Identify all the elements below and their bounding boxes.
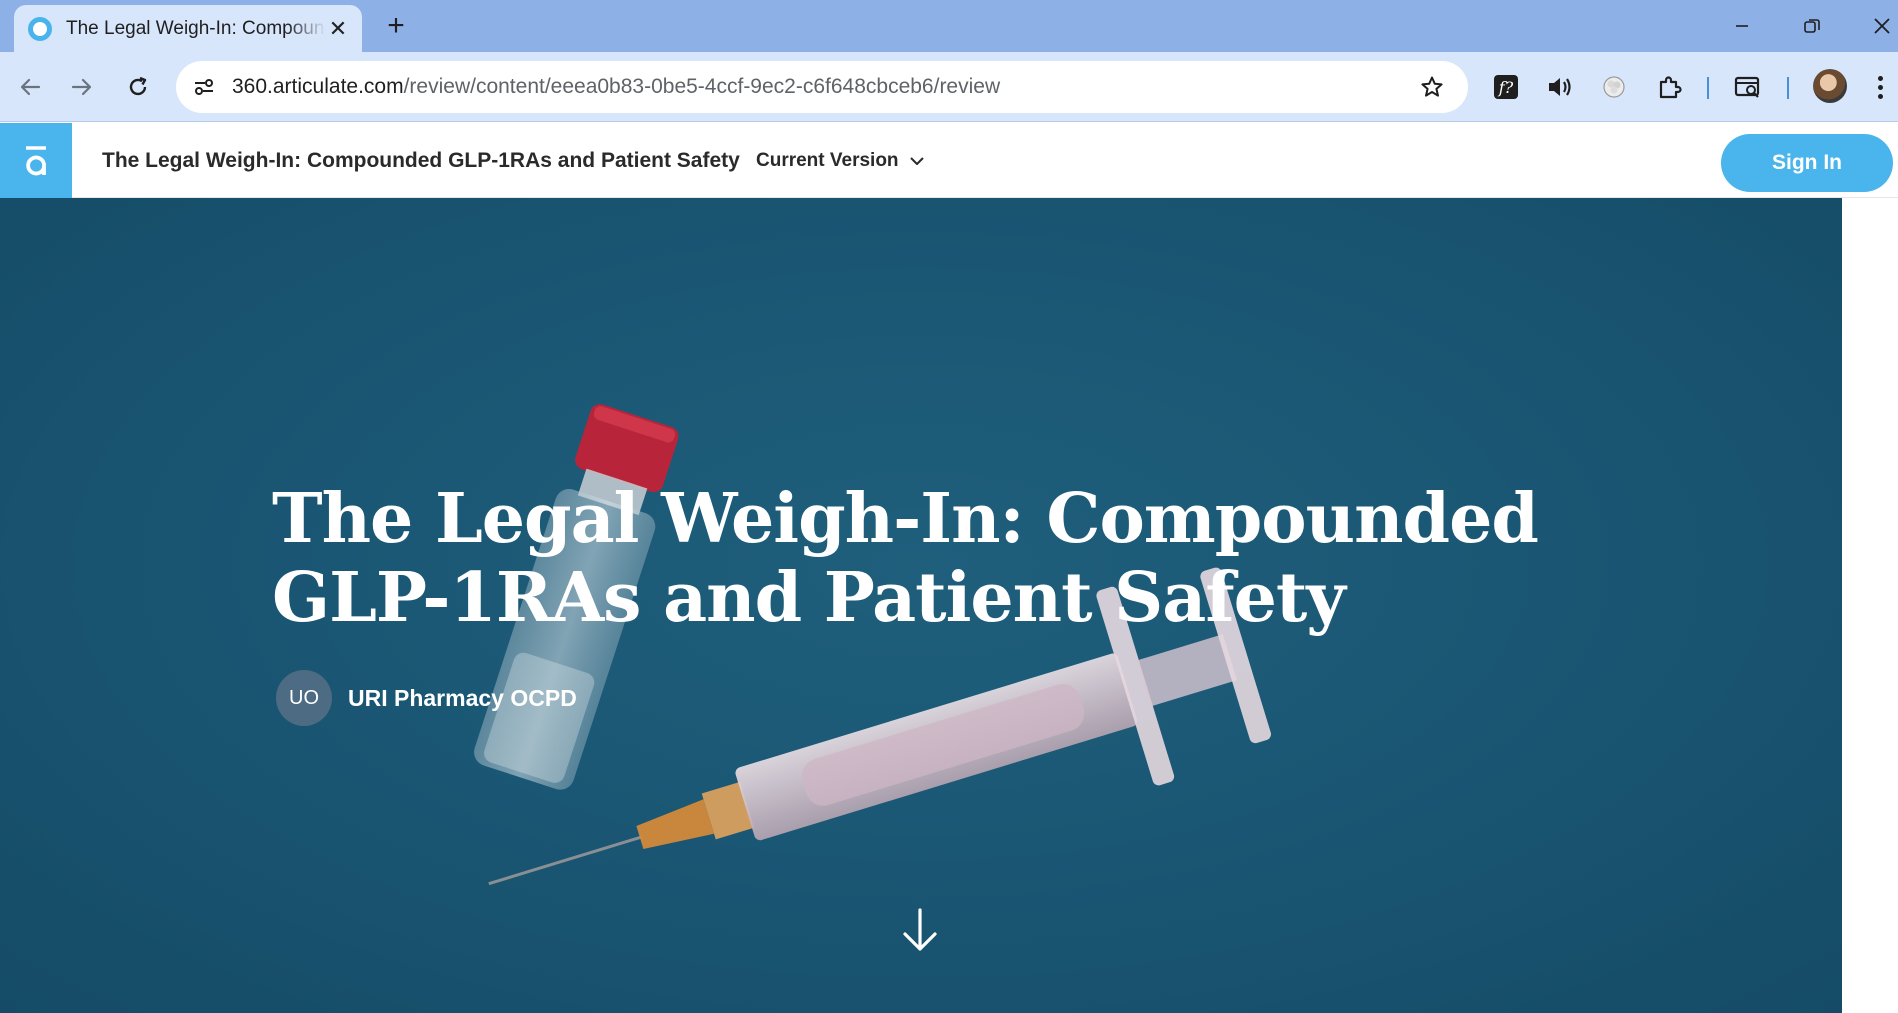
sign-in-button[interactable]: Sign In xyxy=(1721,134,1893,192)
articulate-favicon-icon xyxy=(28,16,52,41)
tune-icon xyxy=(195,79,213,95)
flower-icon xyxy=(1603,76,1625,98)
speaker-icon xyxy=(1549,78,1571,96)
page-right-gutter xyxy=(1842,198,1898,1013)
address-bar[interactable]: 360.articulate.com/review/content/eeea0b… xyxy=(176,61,1468,113)
browser-menu-button[interactable] xyxy=(1868,67,1892,107)
extensions-button[interactable] xyxy=(1650,67,1690,107)
version-label: Current Version xyxy=(756,150,899,171)
url-text[interactable]: 360.articulate.com/review/content/eeea0b… xyxy=(232,75,1000,99)
arrow-down-icon xyxy=(903,908,937,951)
hero-title: The Legal Weigh-In: Compounded GLP-1RAs … xyxy=(272,479,1539,638)
formula-extension-button[interactable]: f? xyxy=(1486,67,1526,107)
svg-text:f?: f? xyxy=(1498,78,1514,97)
tab-audio-button[interactable] xyxy=(1540,67,1580,107)
hero-banner: The Legal Weigh-In: Compounded GLP-1RAs … xyxy=(0,198,1842,1013)
browser-toolbar: 360.articulate.com/review/content/eeea0b… xyxy=(0,52,1898,122)
arrow-left-icon xyxy=(20,78,41,96)
articulate-logo[interactable] xyxy=(0,123,72,198)
site-info-button[interactable] xyxy=(184,67,224,107)
close-window-button[interactable] xyxy=(1862,8,1898,44)
toolbar-separator xyxy=(1707,77,1709,99)
restore-icon xyxy=(1804,19,1820,33)
app-header: The Legal Weigh-In: Compounded GLP-1RAs … xyxy=(0,123,1898,198)
close-tab-icon[interactable]: ✕ xyxy=(326,16,350,41)
forward-button[interactable] xyxy=(62,67,102,107)
profile-avatar[interactable] xyxy=(1813,69,1847,103)
search-tab-button[interactable] xyxy=(1728,67,1768,107)
chevron-down-icon xyxy=(909,157,924,165)
extension-flower-button[interactable] xyxy=(1594,67,1634,107)
puzzle-icon xyxy=(1659,76,1682,99)
author-byline: UO URI Pharmacy OCPD xyxy=(276,670,577,726)
scroll-down-button[interactable] xyxy=(898,906,942,954)
articulate-a-icon xyxy=(26,145,46,175)
course-title: The Legal Weigh-In: Compounded GLP-1RAs … xyxy=(102,149,740,172)
reload-button[interactable] xyxy=(118,67,158,107)
back-button[interactable] xyxy=(10,67,50,107)
tab-title: The Legal Weigh-In: Compounded GLP-1RAs … xyxy=(66,17,326,39)
new-tab-button[interactable]: + xyxy=(378,8,414,44)
author-name: URI Pharmacy OCPD xyxy=(348,684,577,711)
window-search-icon xyxy=(1734,76,1760,98)
arrow-right-icon xyxy=(71,78,92,96)
close-icon xyxy=(1874,18,1890,34)
star-outline-icon xyxy=(1421,76,1443,97)
browser-tab-strip: The Legal Weigh-In: Compounded GLP-1RAs … xyxy=(0,0,1898,52)
bookmark-star-button[interactable] xyxy=(1414,69,1450,105)
reload-icon xyxy=(129,76,147,96)
url-path: /review/content/eeea0b83-0be5-4ccf-9ec2-… xyxy=(403,75,1001,98)
minimize-window-button[interactable] xyxy=(1722,8,1762,44)
url-host: 360.articulate.com xyxy=(232,75,404,98)
toolbar-separator xyxy=(1787,77,1789,99)
author-avatar: UO xyxy=(276,670,332,726)
browser-tab-active[interactable]: The Legal Weigh-In: Compounded GLP-1RAs … xyxy=(14,5,362,52)
version-dropdown[interactable]: Current Version xyxy=(756,150,925,172)
restore-window-button[interactable] xyxy=(1792,8,1832,44)
minimize-icon xyxy=(1736,25,1748,27)
function-icon: f? xyxy=(1494,75,1518,99)
